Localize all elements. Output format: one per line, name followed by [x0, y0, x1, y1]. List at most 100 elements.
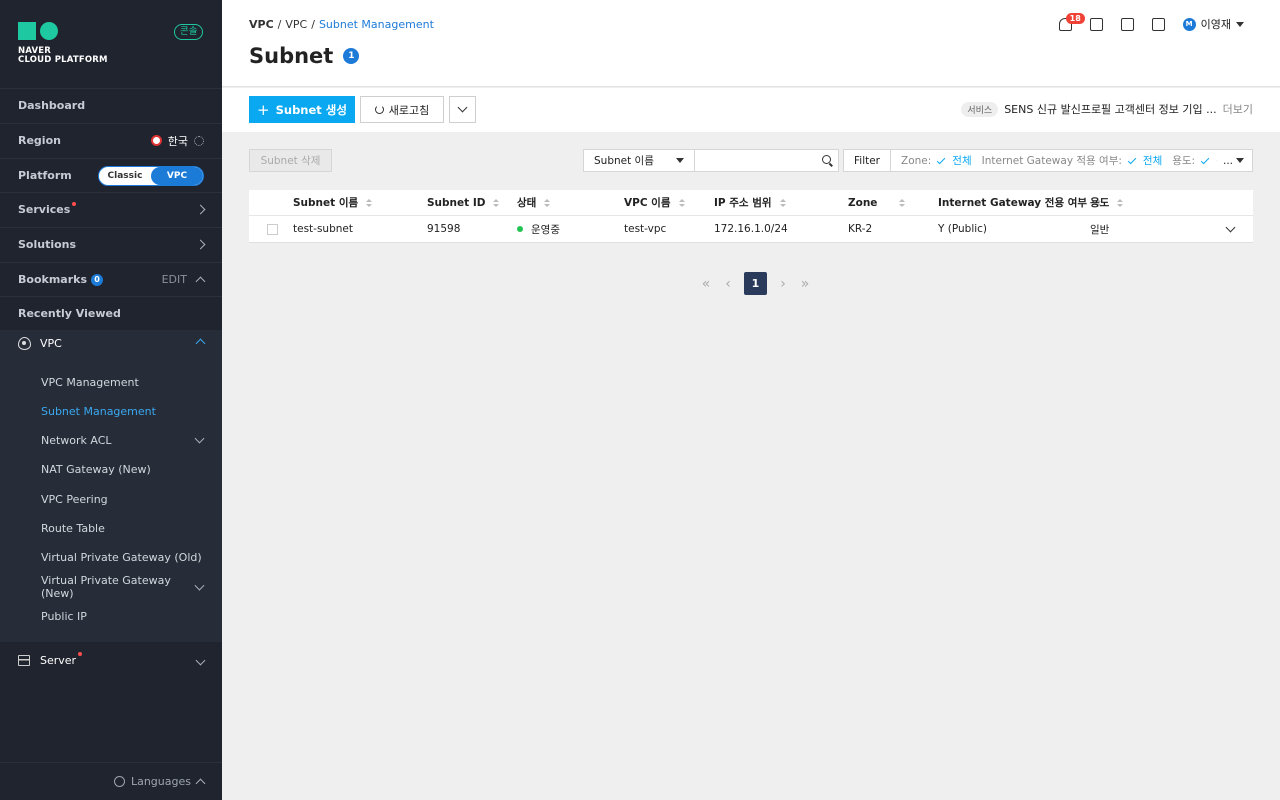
refresh-button[interactable]: 새로고침: [360, 96, 444, 123]
user-menu[interactable]: M 이영재: [1182, 16, 1244, 32]
filter-igw[interactable]: Internet Gateway 적용 여부: 전체: [982, 153, 1163, 168]
cell-subnet-name: test-subnet: [293, 223, 353, 235]
row-checkbox[interactable]: [267, 223, 278, 235]
filter-zone-value: 전체: [952, 155, 972, 167]
sidebar-item-subnet-management[interactable]: Subnet Management: [41, 403, 211, 419]
service-notice[interactable]: 서비스 SENS 신규 발신프로필 고객센터 정보 기입 ... 더보기: [961, 101, 1253, 117]
chat-icon[interactable]: [1089, 17, 1103, 31]
sort-icon[interactable]: [366, 198, 373, 207]
search-input[interactable]: [694, 149, 839, 172]
refresh-icon: [374, 105, 384, 114]
avatar: M: [1182, 17, 1196, 31]
sidebar-item-label: VPC Peering: [41, 492, 108, 506]
nav-recently-viewed-label: Recently Viewed: [18, 307, 121, 320]
languages-label: Languages: [130, 775, 191, 788]
filter-more[interactable]: ...: [1216, 150, 1252, 171]
column-header-status[interactable]: 상태: [517, 195, 551, 210]
column-header-label: 상태: [517, 197, 537, 209]
column-header-zone[interactable]: Zone: [848, 197, 906, 209]
nav-dashboard[interactable]: Dashboard: [0, 88, 222, 122]
delete-subnet-button[interactable]: Subnet 삭제: [249, 149, 332, 172]
page-title-text: Subnet: [249, 44, 334, 68]
new-dot-icon: [72, 201, 77, 206]
search-field-select[interactable]: Subnet 이름: [583, 149, 695, 172]
filter-zone[interactable]: Zone: 전체: [901, 153, 972, 168]
prev-page-icon[interactable]: ‹: [722, 276, 734, 292]
column-header-subnet-id[interactable]: Subnet ID: [427, 196, 500, 209]
console-badge[interactable]: 콘솔: [174, 24, 204, 40]
next-page-icon[interactable]: ›: [777, 276, 789, 292]
sort-icon[interactable]: [493, 198, 500, 207]
sidebar-item-label: Network ACL: [41, 433, 112, 447]
cell-subnet-id: 91598: [427, 223, 461, 235]
sidebar-item-public-ip[interactable]: Public IP: [41, 608, 211, 624]
sidebar-item-vpc-peering[interactable]: VPC Peering: [41, 491, 211, 507]
sort-icon[interactable]: [678, 198, 685, 207]
nav-bookmarks[interactable]: Bookmarks 0 EDIT: [0, 262, 222, 296]
caret-down-icon: [1236, 158, 1244, 163]
filter-bar[interactable]: Filter Zone: 전체 Internet Gateway 적용 여부: 전체…: [843, 149, 1253, 172]
notice-more-link[interactable]: 더보기: [1223, 101, 1253, 117]
sort-icon[interactable]: [544, 198, 551, 207]
filter-label[interactable]: Filter: [844, 150, 892, 171]
naver-cloud-logo[interactable]: NAVER CLOUD PLATFORM: [18, 22, 108, 65]
platform-toggle[interactable]: Classic VPC: [98, 165, 204, 186]
platform-option-vpc[interactable]: VPC: [151, 166, 203, 185]
breadcrumb-item[interactable]: VPC: [249, 18, 274, 31]
bookmarks-edit-button[interactable]: EDIT: [162, 273, 187, 286]
plus-icon: +: [257, 100, 270, 119]
row-expand-button[interactable]: [1225, 222, 1236, 232]
checkbox[interactable]: [267, 223, 278, 235]
book-icon[interactable]: [1151, 17, 1165, 31]
table-row[interactable]: test-subnet 91598 운영중 test-vpc 172.16.1.…: [249, 216, 1253, 243]
region-settings-gear-icon[interactable]: [194, 135, 204, 146]
bell-icon[interactable]: 18: [1058, 12, 1085, 31]
status-running-icon: [517, 226, 523, 232]
filter-more-text: ...: [1222, 154, 1233, 167]
column-header-ip-range[interactable]: IP 주소 범위: [714, 195, 786, 210]
chevron-down-icon: [194, 433, 205, 443]
sidebar-item-network-acl[interactable]: Network ACL: [41, 432, 211, 448]
create-subnet-button[interactable]: + Subnet 생성: [249, 96, 355, 123]
chevron-down-icon: [195, 655, 206, 665]
caret-down-icon: [676, 158, 684, 163]
nav-server-label: Server: [40, 653, 77, 667]
sidebar-item-route-table[interactable]: Route Table: [41, 520, 211, 536]
last-page-icon[interactable]: »: [799, 276, 811, 292]
platform-option-classic[interactable]: Classic: [99, 167, 151, 185]
nav-recently-viewed[interactable]: Recently Viewed: [0, 296, 222, 330]
sidebar-item-vpg-old[interactable]: Virtual Private Gateway (Old): [41, 549, 211, 565]
search-icon[interactable]: [822, 155, 831, 164]
page-button-current[interactable]: 1: [744, 272, 767, 295]
nav-server[interactable]: Server: [0, 648, 222, 672]
column-header-vpc-name[interactable]: VPC 이름: [624, 195, 685, 210]
breadcrumb-item[interactable]: VPC: [285, 18, 307, 31]
vpc-menu-header[interactable]: VPC: [0, 330, 222, 356]
sidebar-item-vpg-new[interactable]: Virtual Private Gateway (New): [41, 574, 211, 600]
languages-selector[interactable]: Languages: [0, 762, 222, 800]
vpc-icon: [18, 336, 31, 350]
memo-icon[interactable]: [1120, 17, 1134, 31]
sort-icon[interactable]: [1117, 198, 1124, 207]
column-header-igw[interactable]: Internet Gateway 전용 여부: [938, 195, 1102, 210]
column-header-usage[interactable]: 용도: [1090, 195, 1124, 210]
column-header-subnet-name[interactable]: Subnet 이름: [293, 195, 373, 210]
sidebar-item-vpc-management[interactable]: VPC Management: [41, 374, 211, 390]
sidebar-item-nat-gateway[interactable]: NAT Gateway (New): [41, 461, 211, 477]
nav-region[interactable]: Region 한국: [0, 123, 222, 157]
breadcrumb-current: Subnet Management: [318, 18, 434, 31]
first-page-icon[interactable]: «: [700, 276, 712, 292]
sort-icon[interactable]: [779, 198, 786, 207]
chevron-up-icon[interactable]: [195, 276, 206, 287]
check-icon: [937, 155, 946, 164]
breadcrumb: VPC / VPC / Subnet Management: [249, 18, 434, 31]
action-toolbar: + Subnet 생성 새로고침 서비스 SENS 신규 발신프로필 고객센터 …: [222, 88, 1280, 132]
new-dot-icon: [78, 652, 83, 656]
user-name: 이영재: [1200, 18, 1231, 31]
cell-ip-range: 172.16.1.0/24: [714, 223, 788, 235]
sort-icon[interactable]: [899, 198, 906, 207]
nav-services[interactable]: Services: [0, 192, 222, 226]
more-actions-button[interactable]: [449, 96, 476, 123]
column-header-label: Subnet ID: [427, 196, 486, 209]
nav-solutions[interactable]: Solutions: [0, 227, 222, 261]
